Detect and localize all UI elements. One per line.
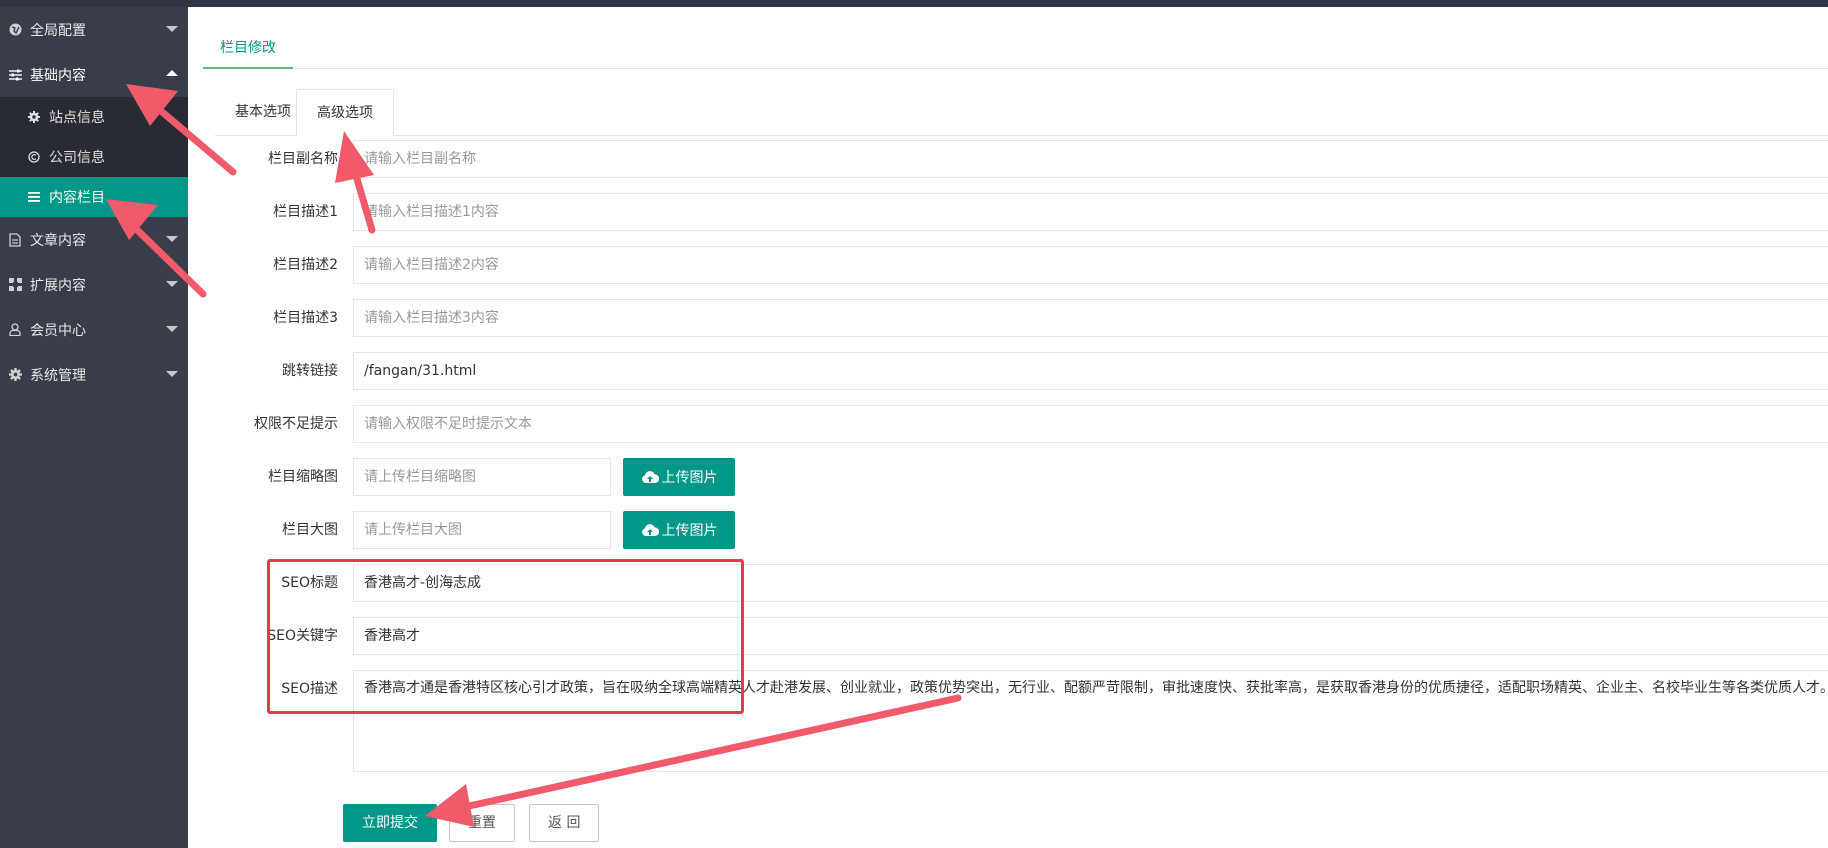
submit-button[interactable]: 立即提交 bbox=[343, 804, 437, 842]
upload-big-image-button[interactable]: 上传图片 bbox=[623, 511, 735, 549]
field-label: 跳转链接 bbox=[282, 363, 338, 379]
sidebar-subnav: 站点信息 公司信息 内容栏目 bbox=[0, 97, 188, 217]
form-row-seo-title: SEO标题 香港高才-创海志成 bbox=[188, 564, 1828, 602]
user-icon bbox=[8, 323, 22, 337]
chevron-down-icon bbox=[166, 326, 178, 332]
sidebar-subitem-label: 公司信息 bbox=[49, 150, 105, 166]
sidebar-item-basic-content[interactable]: 基础内容 bbox=[0, 52, 188, 97]
form-row-seo-description: SEO描述 香港高才通是香港特区核心引才政策，旨在吸纳全球高端精英人才赴港发展、… bbox=[188, 670, 1828, 772]
cloud-upload-icon bbox=[641, 470, 659, 484]
chevron-down-icon bbox=[166, 236, 178, 242]
sidebar: 全局配置 基础内容 站点信息 公司信息 内容栏目 文章内容 扩展内容 会员中心 … bbox=[0, 7, 188, 848]
tab-advanced-options[interactable]: 高级选项 bbox=[296, 89, 394, 137]
upload-button-label: 上传图片 bbox=[661, 470, 718, 486]
sidebar-subitem-content-columns[interactable]: 内容栏目 bbox=[0, 177, 188, 217]
link-input[interactable]: /fangan/31.html bbox=[353, 352, 1828, 390]
field-label: SEO标题 bbox=[281, 575, 338, 591]
sidebar-item-system-management[interactable]: 系统管理 bbox=[0, 352, 188, 397]
sidebar-item-member-center[interactable]: 会员中心 bbox=[0, 307, 188, 352]
form-row-desc3: 栏目描述3 请输入栏目描述3内容 bbox=[188, 299, 1828, 337]
field-label: 栏目描述1 bbox=[273, 204, 338, 220]
thumbnail-input[interactable]: 请上传栏目缩略图 bbox=[353, 458, 611, 496]
back-button[interactable]: 返 回 bbox=[529, 804, 600, 842]
sidebar-subitem-label: 内容栏目 bbox=[49, 190, 105, 206]
top-bar bbox=[0, 0, 1828, 7]
upload-thumbnail-button[interactable]: 上传图片 bbox=[623, 458, 735, 496]
chevron-down-icon bbox=[166, 371, 178, 377]
field-label: SEO描述 bbox=[281, 681, 338, 697]
field-label: 栏目描述3 bbox=[273, 310, 338, 326]
form-row-desc1: 栏目描述1 请输入栏目描述1内容 bbox=[188, 193, 1828, 231]
sidebar-item-global-config[interactable]: 全局配置 bbox=[0, 7, 188, 52]
copyright-icon bbox=[28, 151, 40, 163]
sidebar-item-label: 基础内容 bbox=[30, 67, 86, 84]
seo-description-textarea[interactable]: 香港高才通是香港特区核心引才政策，旨在吸纳全球高端精英人才赴港发展、创业就业，政… bbox=[353, 670, 1828, 772]
list-icon bbox=[28, 191, 40, 203]
sidebar-item-label: 文章内容 bbox=[30, 232, 86, 249]
field-label: SEO关键字 bbox=[267, 628, 338, 644]
page-tab-bar: 栏目修改 bbox=[203, 27, 1828, 69]
field-label: 栏目描述2 bbox=[273, 257, 338, 273]
form-row-desc2: 栏目描述2 请输入栏目描述2内容 bbox=[188, 246, 1828, 284]
document-icon bbox=[8, 232, 22, 247]
gear-icon bbox=[28, 111, 40, 123]
tab-column-edit[interactable]: 栏目修改 bbox=[203, 27, 293, 69]
form-row-seo-keywords: SEO关键字 香港高才 bbox=[188, 617, 1828, 655]
sidebar-subitem-label: 站点信息 bbox=[49, 110, 105, 126]
field-label: 栏目副名称 bbox=[268, 151, 338, 167]
form-row-big-image: 栏目大图 请上传栏目大图 上传图片 bbox=[188, 511, 1828, 549]
sidebar-item-label: 全局配置 bbox=[30, 22, 86, 39]
upload-button-label: 上传图片 bbox=[661, 523, 718, 539]
form-row-denied: 权限不足提示 请输入权限不足时提示文本 bbox=[188, 405, 1828, 443]
subname-input[interactable]: 请输入栏目副名称 bbox=[353, 140, 1828, 178]
sidebar-subitem-company-info[interactable]: 公司信息 bbox=[0, 137, 188, 177]
desc3-input[interactable]: 请输入栏目描述3内容 bbox=[353, 299, 1828, 337]
desc2-input[interactable]: 请输入栏目描述2内容 bbox=[353, 246, 1828, 284]
expand-icon bbox=[8, 278, 22, 292]
field-label: 权限不足提示 bbox=[254, 416, 338, 432]
sidebar-subitem-site-info[interactable]: 站点信息 bbox=[0, 97, 188, 137]
big-image-input[interactable]: 请上传栏目大图 bbox=[353, 511, 611, 549]
denied-tip-input[interactable]: 请输入权限不足时提示文本 bbox=[353, 405, 1828, 443]
sidebar-item-article-content[interactable]: 文章内容 bbox=[0, 217, 188, 262]
field-label: 栏目缩略图 bbox=[268, 469, 338, 485]
sidebar-item-label: 系统管理 bbox=[30, 367, 86, 384]
desc1-input[interactable]: 请输入栏目描述1内容 bbox=[353, 193, 1828, 231]
form-tabs: 基本选项 高级选项 bbox=[215, 89, 1828, 137]
form-row-subname: 栏目副名称 请输入栏目副名称 bbox=[188, 140, 1828, 178]
sliders-icon bbox=[8, 68, 22, 82]
chevron-up-icon bbox=[166, 70, 178, 76]
chevron-down-icon bbox=[166, 26, 178, 32]
form-row-link: 跳转链接 /fangan/31.html bbox=[188, 352, 1828, 390]
globe-icon bbox=[8, 23, 22, 37]
form-row-thumbnail: 栏目缩略图 请上传栏目缩略图 上传图片 bbox=[188, 458, 1828, 496]
sidebar-item-extended-content[interactable]: 扩展内容 bbox=[0, 262, 188, 307]
sidebar-item-label: 扩展内容 bbox=[30, 277, 86, 294]
chevron-down-icon bbox=[166, 281, 178, 287]
cloud-upload-icon bbox=[641, 523, 659, 537]
gear-icon bbox=[8, 368, 22, 382]
seo-title-input[interactable]: 香港高才-创海志成 bbox=[353, 564, 1828, 602]
main-content: 栏目修改 基本选项 高级选项 栏目副名称 请输入栏目副名称 栏目描述1 请输入栏… bbox=[188, 7, 1828, 848]
reset-button[interactable]: 重置 bbox=[449, 804, 515, 842]
sidebar-item-label: 会员中心 bbox=[30, 322, 86, 339]
field-label: 栏目大图 bbox=[282, 522, 338, 538]
seo-keywords-input[interactable]: 香港高才 bbox=[353, 617, 1828, 655]
